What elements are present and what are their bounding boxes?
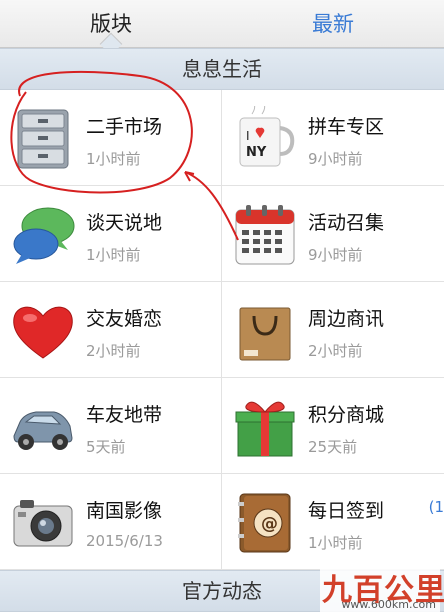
forum-cell-points-mall[interactable]: 积分商城 25天前 [222,378,444,474]
heart-icon [13,306,73,359]
forum-cell-south-images[interactable]: 南国影像 2015/6/13 [0,474,222,570]
car-icon [13,411,73,450]
forum-cell-daily-checkin[interactable]: @ 每日签到 1小时前 (1 [222,474,444,570]
forum-time: 1小时前 [308,534,363,552]
forum-time: 5天前 [86,438,126,456]
watermark-url: www.600km.com [341,598,436,611]
coffee-mug-icon: I NY [239,106,295,167]
forum-time: 9小时前 [308,246,363,264]
forum-grid: 二手市场 1小时前 I NY 拼车专区 9小时前 谈天说地 1小时前 活动召集 … [0,90,444,570]
calendar-icon [235,205,295,265]
forum-cell-dating[interactable]: 交友婚恋 2小时前 [0,282,222,378]
forum-title: 积分商城 [308,404,385,426]
forum-title: 拼车专区 [308,116,385,138]
forum-title: 每日签到 [308,500,385,522]
svg-text:I: I [246,129,250,143]
forum-cell-second-hand-market[interactable]: 二手市场 1小时前 [0,90,222,186]
section-header-life: 息息生活 [0,48,444,90]
forum-time: 2小时前 [308,342,363,360]
svg-text:@: @ [261,514,278,534]
tab-latest[interactable]: 最新 [222,0,444,48]
forum-title: 活动召集 [308,212,385,234]
forum-cell-events[interactable]: 活动召集 9小时前 [222,186,444,282]
filing-cabinet-icon [17,109,69,169]
forum-title: 车友地带 [86,404,163,426]
forum-title: 交友婚恋 [86,308,163,330]
forum-time: 1小时前 [86,150,141,168]
forum-cell-chat[interactable]: 谈天说地 1小时前 [0,186,222,282]
forum-time: 25天前 [308,438,358,456]
shopping-bag-icon [239,307,291,361]
forum-cell-carpool[interactable]: I NY 拼车专区 9小时前 [222,90,444,186]
forum-time: 9小时前 [308,150,363,168]
chat-bubbles-icon [13,207,75,264]
gift-box-icon [235,401,295,457]
forum-title: 周边商讯 [308,308,385,330]
svg-text:NY: NY [246,145,267,160]
forum-title: 谈天说地 [86,212,163,234]
forum-time: 2015/6/13 [86,532,163,550]
camera-icon [13,500,73,547]
forum-title: 南国影像 [86,500,163,522]
forum-title: 二手市场 [86,116,163,138]
unread-count-badge: (1 [428,498,444,516]
forum-cell-car-club[interactable]: 车友地带 5天前 [0,378,222,474]
address-book-icon: @ [238,493,291,553]
top-tab-bar: 版块 最新 [0,0,444,56]
forum-time: 1小时前 [86,246,141,264]
watermark: 九百公里 www.600km.com [320,567,444,613]
forum-cell-local-business[interactable]: 周边商讯 2小时前 [222,282,444,378]
forum-time: 2小时前 [86,342,141,360]
